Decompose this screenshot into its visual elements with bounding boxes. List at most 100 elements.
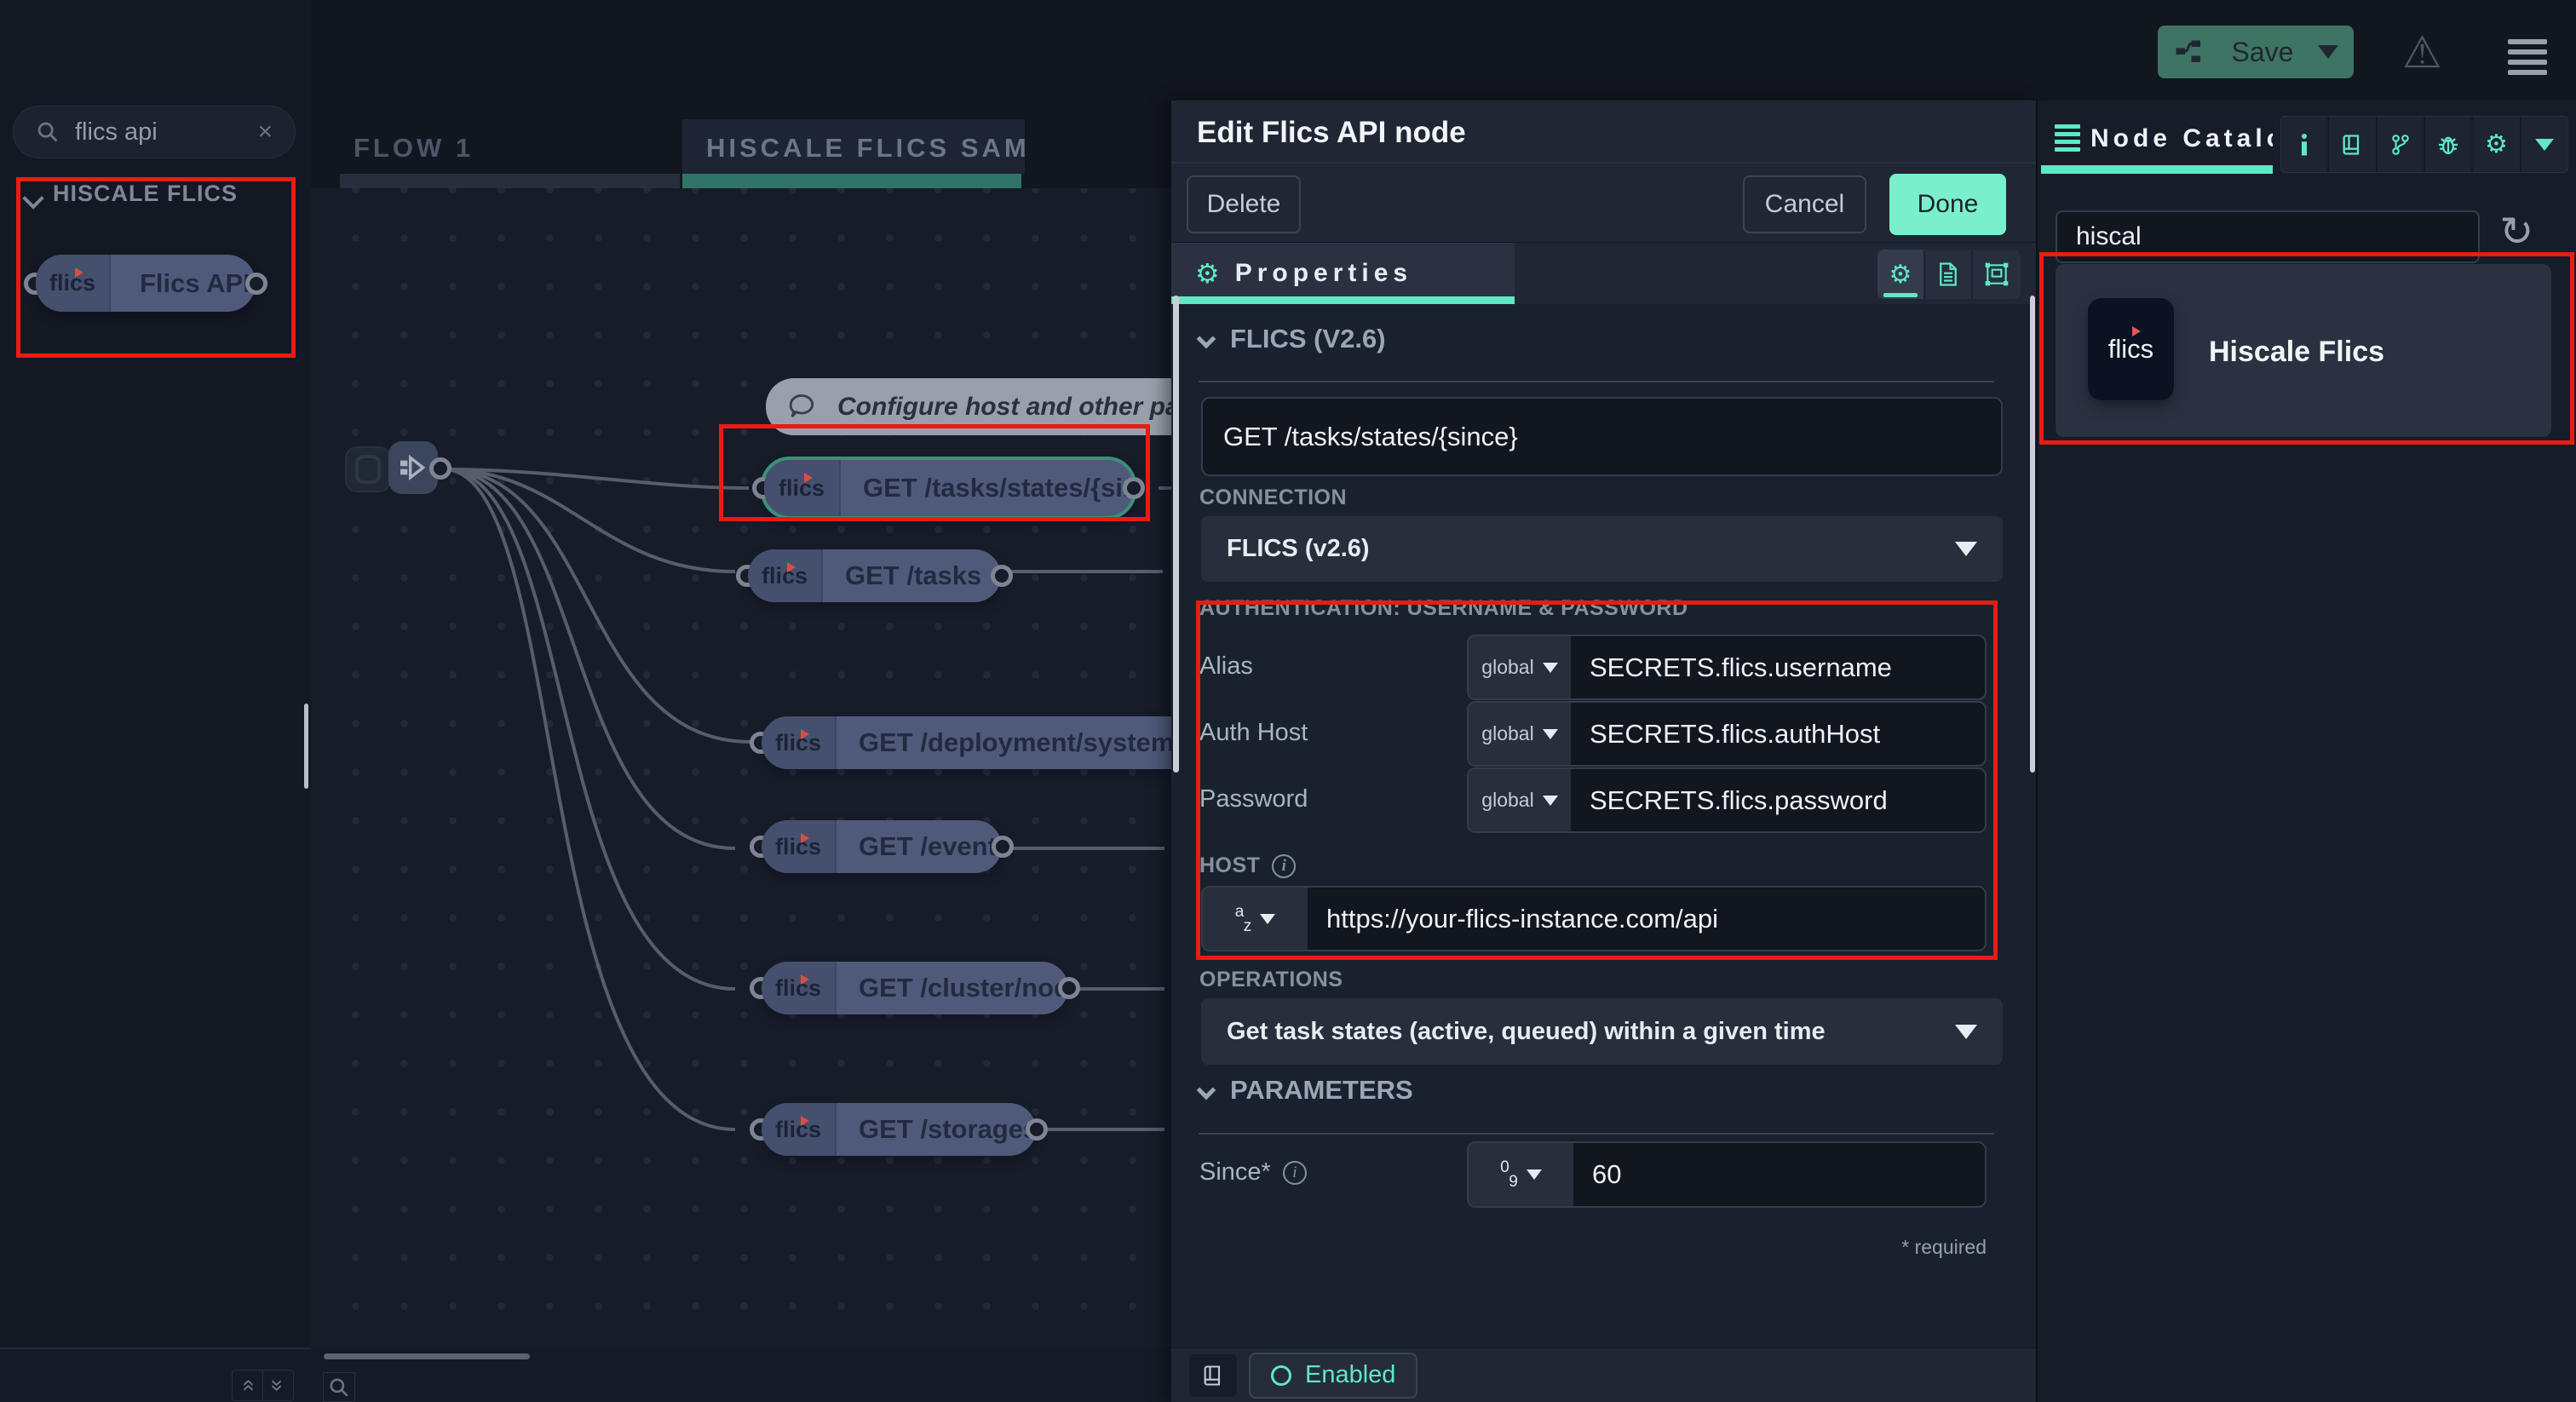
tab-properties[interactable]: ⚙ Properties bbox=[1171, 243, 1515, 304]
flics-accent-icon bbox=[801, 1116, 809, 1126]
flow-node-get-deployment-settings[interactable]: flics GET /deployment/system/settin bbox=[762, 716, 1171, 769]
collapse-all-button[interactable]: » bbox=[232, 1370, 263, 1401]
output-port[interactable] bbox=[1123, 477, 1145, 499]
output-port[interactable] bbox=[1058, 977, 1080, 999]
catalog-result-title: Hiscale Flics bbox=[2209, 336, 2384, 369]
connection-select[interactable]: FLICS (v2.6) bbox=[1201, 516, 2003, 582]
scope-select[interactable]: global bbox=[1469, 703, 1571, 765]
output-port[interactable] bbox=[245, 273, 267, 295]
flow-node-get-tasks-states[interactable]: flics GET /tasks/states/{since} bbox=[761, 457, 1136, 520]
tab-node-catalog[interactable]: Node Catalog bbox=[2090, 124, 2273, 153]
catalog-list-icon bbox=[2055, 121, 2080, 155]
sidebar-scrollbar[interactable] bbox=[304, 704, 308, 789]
canvas-horizontal-scrollbar[interactable] bbox=[324, 1353, 530, 1359]
type-select[interactable]: 09 bbox=[1469, 1143, 1573, 1206]
flow-node-get-cluster-nodes[interactable]: flics GET /cluster/nodes bbox=[762, 962, 1068, 1014]
flow-node-get-storages[interactable]: flics GET /storages bbox=[762, 1103, 1036, 1156]
chevron-down-icon bbox=[1955, 542, 1977, 556]
since-input[interactable]: 09 60 bbox=[1467, 1141, 1987, 1208]
gear-icon: ⚙ bbox=[1889, 260, 1912, 290]
comment-node[interactable]: Configure host and other paramete bbox=[766, 378, 1171, 435]
gear-icon: ⚙ bbox=[1195, 257, 1220, 290]
scope-select[interactable]: global bbox=[1469, 769, 1571, 831]
double-chevron-down-icon: » bbox=[265, 1379, 291, 1391]
flics-accent-icon bbox=[804, 473, 813, 483]
docs-button[interactable] bbox=[1189, 1354, 1237, 1397]
connection-label: CONNECTION bbox=[1199, 486, 1347, 510]
cancel-button[interactable]: Cancel bbox=[1743, 175, 1866, 233]
node-label: GET /tasks/states/{since} bbox=[841, 460, 1133, 516]
flow-node-get-tasks[interactable]: flics GET /tasks bbox=[748, 549, 1001, 602]
canvas-zoom-button[interactable] bbox=[323, 1372, 355, 1402]
palette-node-flics-api[interactable]: flics Flics API bbox=[36, 255, 256, 312]
section-parameters-header[interactable]: PARAMETERS bbox=[1230, 1075, 1413, 1106]
comment-bubble-icon bbox=[766, 391, 837, 423]
flow-canvas[interactable]: FLOW 1 HISCALE FLICS SAMPL bbox=[311, 0, 1171, 1402]
node-name-input[interactable]: GET /tasks/states/{since} bbox=[1201, 397, 2003, 476]
auth-host-input[interactable]: global SECRETS.flics.authHost bbox=[1467, 701, 1987, 767]
enabled-toggle[interactable]: Enabled bbox=[1249, 1353, 1417, 1399]
refresh-icon[interactable]: ↻ bbox=[2499, 208, 2533, 256]
auth-section-label: AUTHENTICATION: USERNAME & PASSWORD bbox=[1199, 596, 1688, 621]
palette-node-label: Flics API bbox=[111, 255, 250, 312]
node-label: GET /storages bbox=[837, 1103, 1036, 1156]
output-port[interactable] bbox=[992, 836, 1014, 858]
edit-panel-scrollbar[interactable] bbox=[1173, 296, 1179, 773]
operations-label: OPERATIONS bbox=[1199, 968, 1343, 992]
output-port[interactable] bbox=[429, 457, 451, 480]
string-type-icon: az bbox=[1235, 905, 1252, 934]
output-port[interactable] bbox=[1026, 1118, 1048, 1141]
group-collapse-chevron-icon[interactable] bbox=[22, 187, 43, 209]
palette-group-label[interactable]: HISCALE FLICS bbox=[53, 181, 238, 207]
catalog-result-hiscale-flics[interactable]: flics Hiscale Flics bbox=[2056, 264, 2551, 437]
clear-search-icon[interactable]: × bbox=[257, 118, 273, 147]
view-appearance-button[interactable] bbox=[1973, 250, 2021, 299]
app-window: qıbb Save ⚠ flics api × bbox=[0, 0, 2576, 1402]
operations-select[interactable]: Get task states (active, queued) within … bbox=[1201, 998, 2003, 1065]
section-flics-header[interactable]: FLICS (V2.6) bbox=[1230, 324, 1386, 354]
search-icon bbox=[36, 120, 60, 144]
docs-button[interactable] bbox=[2329, 117, 2377, 172]
ghost-node bbox=[345, 446, 391, 492]
auth-host-label: Auth Host bbox=[1199, 719, 1308, 747]
palette-search-value[interactable]: flics api bbox=[75, 118, 242, 147]
host-input[interactable]: az https://your-flics-instance.com/api bbox=[1201, 886, 1987, 951]
save-button[interactable]: Save bbox=[2158, 26, 2354, 78]
more-dropdown-button[interactable] bbox=[2521, 117, 2567, 172]
info-button[interactable] bbox=[2281, 117, 2329, 172]
node-label: GET /events bbox=[837, 820, 1002, 873]
done-button[interactable]: Done bbox=[1889, 174, 2006, 235]
view-description-button[interactable] bbox=[1925, 250, 1973, 299]
output-port[interactable] bbox=[991, 565, 1013, 587]
settings-button[interactable]: ⚙ bbox=[2473, 117, 2521, 172]
warning-icon[interactable]: ⚠ bbox=[2402, 27, 2442, 78]
versions-button[interactable] bbox=[2378, 117, 2425, 172]
catalog-search-input[interactable]: hiscal bbox=[2056, 210, 2480, 263]
menu-icon[interactable] bbox=[2508, 34, 2547, 80]
type-select[interactable]: az bbox=[1203, 888, 1308, 950]
expand-all-button[interactable]: » bbox=[262, 1370, 294, 1401]
save-label: Save bbox=[2221, 37, 2304, 68]
scope-select[interactable]: global bbox=[1469, 636, 1571, 698]
host-label: HOSTi bbox=[1199, 853, 1296, 878]
debug-button[interactable] bbox=[2425, 117, 2473, 172]
flics-accent-icon bbox=[801, 974, 809, 985]
number-type-icon: 09 bbox=[1500, 1160, 1518, 1189]
delete-button[interactable]: Delete bbox=[1187, 175, 1301, 233]
palette-search[interactable]: flics api × bbox=[13, 106, 296, 158]
deploy-icon bbox=[2173, 37, 2207, 67]
chevron-down-icon bbox=[2535, 139, 2554, 151]
flics-badge: flics bbox=[762, 820, 837, 873]
flics-accent-icon bbox=[801, 729, 809, 739]
alias-input[interactable]: global SECRETS.flics.username bbox=[1467, 635, 1987, 700]
save-dropdown-caret[interactable] bbox=[2318, 45, 2338, 59]
password-input[interactable]: global SECRETS.flics.password bbox=[1467, 767, 1987, 833]
catalog-scrollbar[interactable] bbox=[2030, 296, 2035, 773]
tab-node-catalog-underline bbox=[2041, 165, 2273, 174]
info-icon[interactable]: i bbox=[1272, 854, 1296, 878]
view-properties-button[interactable]: ⚙ bbox=[1877, 250, 1925, 299]
flics-badge: flics bbox=[762, 716, 837, 769]
flow-node-get-events[interactable]: flics GET /events bbox=[762, 820, 1002, 873]
edit-panel-footer: Enabled bbox=[1171, 1347, 2036, 1402]
info-icon[interactable]: i bbox=[1283, 1161, 1307, 1185]
